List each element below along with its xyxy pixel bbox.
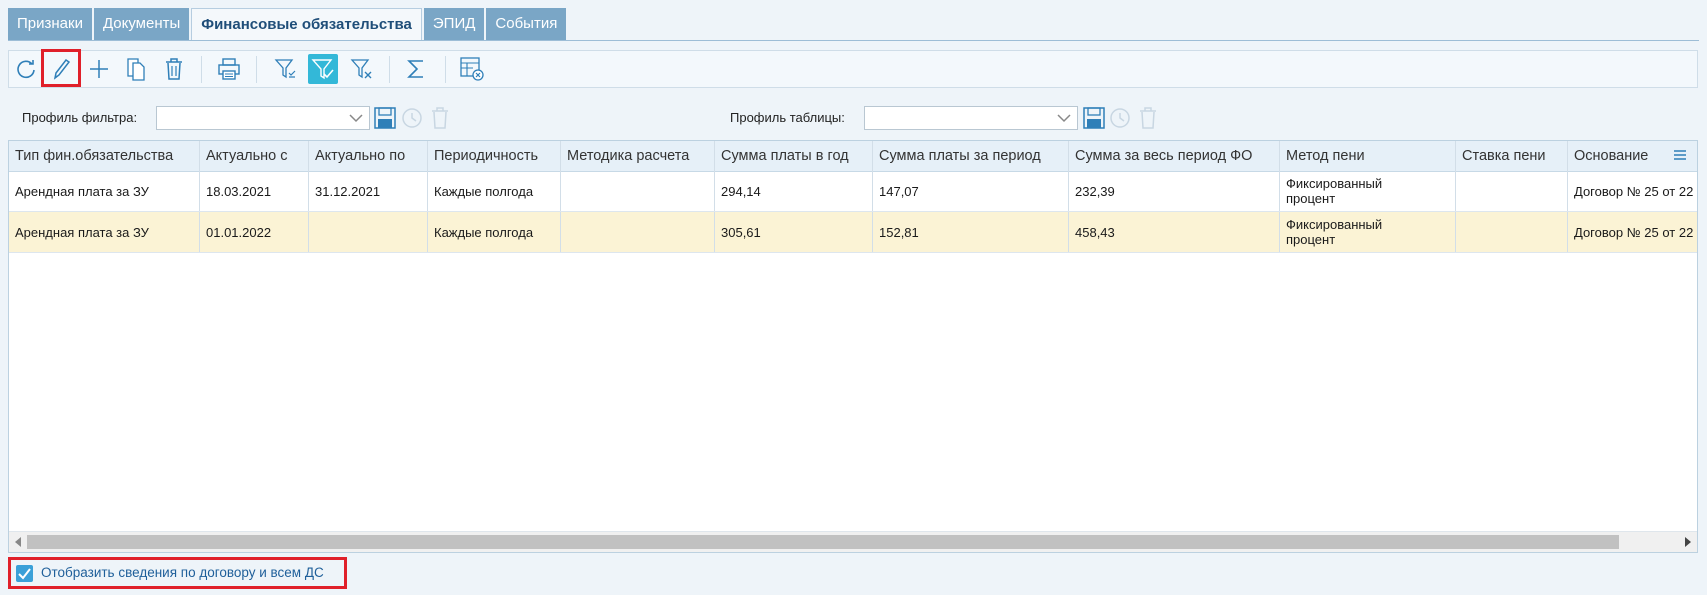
- scrollbar-thumb[interactable]: [27, 535, 1619, 549]
- tab-events[interactable]: События: [486, 8, 567, 40]
- column-header[interactable]: Периодичность: [428, 141, 561, 171]
- filter-clear-icon[interactable]: [347, 54, 377, 84]
- tab-divider: [8, 40, 1699, 41]
- table-cell: 147,07: [873, 171, 1069, 211]
- table-cell: [309, 212, 428, 252]
- grid-header: Тип фин.обязательства Актуально с Актуал…: [9, 141, 1697, 172]
- tab-epid[interactable]: ЭПИД: [423, 8, 485, 40]
- table-cell: [561, 212, 715, 252]
- table-profile-label: Профиль таблицы:: [730, 110, 845, 125]
- table-cell: Договор № 25 от 22: [1574, 183, 1694, 199]
- show-contract-details-option[interactable]: Отобразить сведения по договору и всем Д…: [8, 557, 347, 589]
- table-cell: 458,43: [1069, 212, 1280, 252]
- filter-icon[interactable]: [271, 54, 301, 84]
- delete-table-profile-icon[interactable]: [1136, 106, 1160, 130]
- table-row[interactable]: Арендная плата за ЗУ 18.03.2021 31.12.20…: [9, 171, 1697, 212]
- sum-icon[interactable]: [401, 54, 431, 84]
- table-profile-select[interactable]: [864, 106, 1078, 130]
- table-cell: 152,81: [873, 212, 1069, 252]
- edit-highlight: [41, 49, 81, 87]
- table-cell: 18.03.2021: [200, 171, 309, 211]
- copy-icon[interactable]: [121, 54, 151, 84]
- table-cell: Каждые полгода: [428, 171, 561, 211]
- checkmark-icon: [18, 568, 31, 580]
- tab-bar: Признаки Документы Финансовые обязательс…: [8, 8, 568, 40]
- chevron-down-icon: [349, 114, 363, 123]
- delete-filter-profile-icon[interactable]: [428, 106, 452, 130]
- table-cell: Арендная плата за ЗУ: [9, 212, 200, 252]
- save-filter-profile-icon[interactable]: [373, 106, 397, 130]
- print-icon[interactable]: [214, 54, 244, 84]
- show-contract-details-checkbox[interactable]: [16, 565, 33, 582]
- chevron-down-icon: [1057, 114, 1071, 123]
- add-icon[interactable]: [84, 54, 114, 84]
- tab-documents[interactable]: Документы: [93, 8, 190, 40]
- toolbar-separator: [445, 56, 446, 83]
- column-header[interactable]: Сумма платы за период: [873, 141, 1069, 171]
- filter-profile-label: Профиль фильтра:: [22, 110, 138, 125]
- column-header[interactable]: Актуально по: [309, 141, 428, 171]
- column-header[interactable]: Сумма за весь период ФО: [1069, 141, 1280, 171]
- toolbar: [8, 49, 1698, 88]
- column-header[interactable]: Тип фин.обязательства: [9, 141, 200, 171]
- toolbar-separator: [201, 56, 202, 83]
- reset-filter-profile-icon[interactable]: [400, 106, 424, 130]
- tab-priznaki[interactable]: Признаки: [8, 8, 92, 40]
- toolbar-separator: [256, 56, 257, 83]
- column-header[interactable]: Ставка пени: [1456, 141, 1568, 171]
- table-cell: [1456, 171, 1568, 211]
- column-header[interactable]: Актуально с: [200, 141, 309, 171]
- table-cell: Фиксированный процент: [1280, 171, 1456, 211]
- table-cell: Каждые полгода: [428, 212, 561, 252]
- table-cell: 01.01.2022: [200, 212, 309, 252]
- toolbar-separator: [389, 56, 390, 83]
- table-cell: [561, 171, 715, 211]
- delete-icon[interactable]: [159, 54, 189, 84]
- table-row[interactable]: Арендная плата за ЗУ 01.01.2022 Каждые п…: [9, 212, 1697, 253]
- scroll-left-icon[interactable]: [14, 537, 22, 547]
- table-cell: Арендная плата за ЗУ: [9, 171, 200, 211]
- filter-apply-icon[interactable]: [308, 54, 338, 84]
- table-cell: Фиксированный процент: [1280, 212, 1456, 252]
- tab-financial-obligations[interactable]: Финансовые обязательства: [191, 8, 422, 40]
- scroll-right-icon[interactable]: [1684, 537, 1692, 547]
- column-header[interactable]: Метод пени: [1280, 141, 1456, 171]
- table-cell: 31.12.2021: [309, 171, 428, 211]
- table-cell: [1456, 212, 1568, 252]
- obligations-grid: Тип фин.обязательства Актуально с Актуал…: [8, 140, 1698, 553]
- table-cell: 305,61: [715, 212, 873, 252]
- show-contract-details-label[interactable]: Отобразить сведения по договору и всем Д…: [41, 565, 324, 580]
- column-header[interactable]: Сумма платы в год: [715, 141, 873, 171]
- column-menu-icon[interactable]: [1673, 149, 1687, 161]
- table-cell: 294,14: [715, 171, 873, 211]
- horizontal-scrollbar[interactable]: [9, 531, 1697, 552]
- column-header[interactable]: Методика расчета: [561, 141, 715, 171]
- reset-table-profile-icon[interactable]: [1108, 106, 1132, 130]
- table-cell: 232,39: [1069, 171, 1280, 211]
- save-table-profile-icon[interactable]: [1082, 106, 1106, 130]
- table-cell: Договор № 25 от 22: [1574, 224, 1694, 240]
- filter-profile-select[interactable]: [156, 106, 370, 130]
- refresh-icon[interactable]: [11, 54, 41, 84]
- table-settings-icon[interactable]: [457, 54, 487, 84]
